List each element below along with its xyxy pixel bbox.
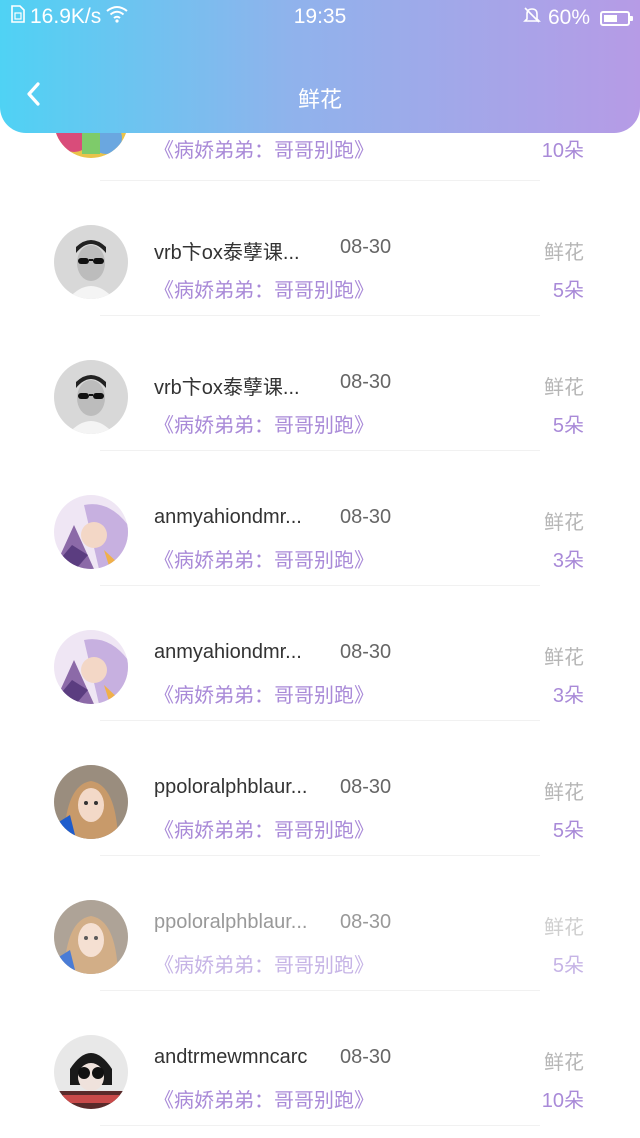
gift-label: 鲜花: [544, 512, 584, 534]
date: 08-30: [340, 776, 392, 798]
list-item[interactable]: anmyahiondmr... 08-30 《病娇弟弟：哥哥别跑》 鲜花 3朵: [0, 451, 640, 586]
user-name[interactable]: anmyahiondmr...: [154, 506, 314, 529]
user-name[interactable]: vrb卞ox泰孽课...: [154, 236, 314, 265]
avatar[interactable]: [54, 360, 128, 434]
date: 08-30: [340, 236, 392, 258]
page-title: 鲜花: [297, 87, 342, 112]
book-title[interactable]: 《病娇弟弟：哥哥别跑》: [154, 274, 374, 303]
avatar[interactable]: [54, 630, 128, 704]
user-name[interactable]: ppoloralphblaur...: [154, 911, 314, 934]
date: 08-30: [340, 911, 392, 933]
status-right: 60%: [522, 5, 633, 31]
flower-count: 5朵: [552, 280, 584, 302]
avatar[interactable]: [54, 765, 128, 839]
battery-percent: 60%: [547, 6, 590, 29]
avatar[interactable]: [54, 900, 128, 974]
flower-count: 10朵: [541, 1090, 584, 1112]
bell-mute-icon: [522, 5, 542, 31]
book-title[interactable]: 《病娇弟弟：哥哥别跑》: [154, 949, 374, 978]
date: 08-30: [340, 641, 392, 663]
gift-label: 鲜花: [544, 782, 584, 804]
gift-label: 鲜花: [544, 242, 584, 264]
battery-fill: [604, 14, 618, 22]
date: 08-30: [340, 1046, 392, 1068]
date: 08-30: [340, 371, 392, 393]
list-item[interactable]: vrb卞ox泰孽课... 08-30 《病娇弟弟：哥哥别跑》 鲜花 5朵: [0, 316, 640, 451]
user-name[interactable]: andtrmewmncarc: [154, 1046, 314, 1069]
status-bar: 16.9K/s 19:35 60%: [0, 0, 640, 34]
list-item[interactable]: andtrmewmncarc 08-30 《病娇弟弟：哥哥别跑》 鲜花 10朵: [0, 991, 640, 1126]
flower-count: 10朵: [541, 140, 584, 162]
avatar[interactable]: [54, 1035, 128, 1109]
flower-count: 5朵: [552, 955, 584, 977]
book-title[interactable]: 《病娇弟弟：哥哥别跑》: [154, 409, 374, 438]
battery-icon: [600, 10, 633, 26]
flower-count: 5朵: [552, 415, 584, 437]
nav-bar: 鲜花: [0, 60, 640, 132]
book-title[interactable]: 《病娇弟弟：哥哥别跑》: [154, 679, 374, 708]
avatar[interactable]: [54, 225, 128, 299]
flower-count: 3朵: [552, 685, 584, 707]
user-name[interactable]: ppoloralphblaur...: [154, 776, 314, 799]
flower-count: 5朵: [552, 820, 584, 842]
divider: [100, 1125, 540, 1126]
list-item[interactable]: anmyahiondmr... 08-30 《病娇弟弟：哥哥别跑》 鲜花 3朵: [0, 586, 640, 721]
gift-label: 鲜花: [544, 917, 584, 939]
flower-count: 3朵: [552, 550, 584, 572]
list-item[interactable]: vrb卞ox泰孽课... 08-30 《病娇弟弟：哥哥别跑》 鲜花 5朵: [0, 181, 640, 316]
date: 08-30: [340, 506, 392, 528]
gift-label: 鲜花: [544, 1052, 584, 1074]
avatar[interactable]: [54, 495, 128, 569]
user-name[interactable]: anmyahiondmr...: [154, 641, 314, 664]
book-title[interactable]: 《病娇弟弟：哥哥别跑》: [154, 544, 374, 573]
list-item[interactable]: ppoloralphblaur... 08-30 《病娇弟弟：哥哥别跑》 鲜花 …: [0, 721, 640, 856]
gift-label: 鲜花: [544, 647, 584, 669]
book-title[interactable]: 《病娇弟弟：哥哥别跑》: [154, 814, 374, 843]
book-title[interactable]: 《病娇弟弟：哥哥别跑》: [154, 1084, 374, 1113]
list-item[interactable]: ppoloralphblaur... 08-30 《病娇弟弟：哥哥别跑》 鲜花 …: [0, 856, 640, 991]
book-title[interactable]: 《病娇弟弟：哥哥别跑》: [154, 134, 374, 163]
gift-label: 鲜花: [544, 377, 584, 399]
user-name[interactable]: vrb卞ox泰孽课...: [154, 371, 314, 400]
header: 16.9K/s 19:35 60% 鲜花: [0, 0, 640, 133]
